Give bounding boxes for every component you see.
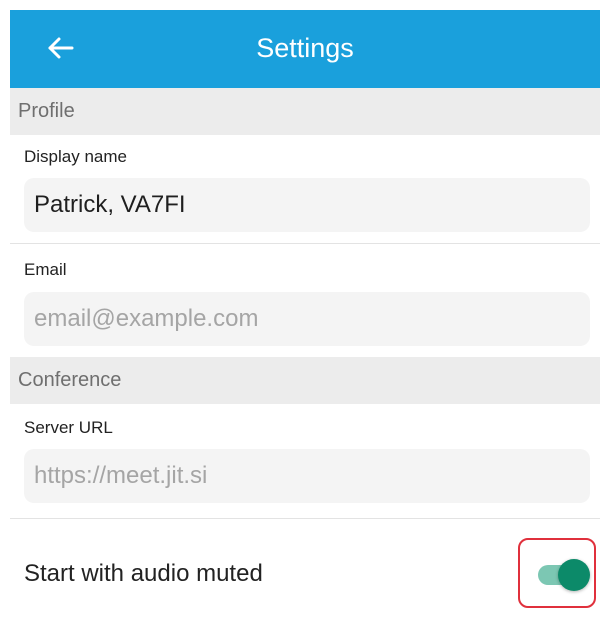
page-title: Settings bbox=[256, 33, 354, 63]
start-audio-muted-label: Start with audio muted bbox=[24, 560, 263, 587]
divider bbox=[10, 243, 600, 244]
display-name-label: Display name bbox=[24, 147, 127, 166]
highlight-box bbox=[518, 538, 596, 608]
divider bbox=[10, 518, 600, 519]
settings-screen: Settings Profile Display name Patrick, V… bbox=[0, 0, 600, 619]
email-input[interactable]: email@example.com bbox=[24, 292, 590, 346]
display-name-input[interactable]: Patrick, VA7FI bbox=[24, 178, 590, 232]
app-bar: Settings bbox=[10, 10, 600, 88]
server-url-input[interactable]: https://meet.jit.si bbox=[24, 449, 590, 503]
server-url-label: Server URL bbox=[24, 418, 113, 437]
section-header-conference: Conference bbox=[10, 357, 600, 404]
section-header-profile: Profile bbox=[10, 88, 600, 135]
start-audio-muted-toggle[interactable] bbox=[558, 559, 590, 591]
email-label: Email bbox=[24, 260, 67, 279]
